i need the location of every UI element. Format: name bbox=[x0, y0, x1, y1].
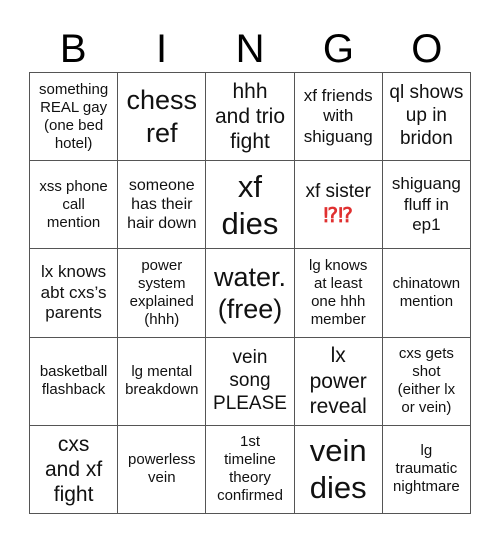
bingo-cell[interactable]: 1st timeline theory confirmed bbox=[206, 425, 295, 514]
cell-text: basketball flashback bbox=[39, 363, 108, 399]
cell-text: lx knows abt cxs’s parents bbox=[40, 262, 107, 323]
bingo-cell[interactable]: lx power reveal bbox=[294, 337, 383, 426]
cell-text: lg traumatic nightmare bbox=[393, 442, 460, 496]
cell-text: power system explained (hhh) bbox=[129, 256, 194, 328]
header-letter-b: B bbox=[59, 27, 87, 71]
bingo-cell[interactable]: shiguang fluff in ep1 bbox=[382, 161, 471, 250]
bingo-cell[interactable]: cxs gets shot (either lx or vein) bbox=[382, 337, 471, 426]
header-letter-i: I bbox=[156, 27, 168, 71]
bingo-cell[interactable]: cxs and xf fight bbox=[30, 425, 119, 514]
cell-text-main: xf sister bbox=[305, 181, 371, 203]
cell-text: vein dies bbox=[309, 433, 367, 506]
cell-text: xf sister ⁉⁉ bbox=[305, 161, 371, 248]
cell-text: vein song PLEASE bbox=[213, 347, 287, 414]
bingo-cell[interactable]: ql shows up in bridon bbox=[382, 73, 471, 162]
cell-text: powerless vein bbox=[128, 451, 196, 487]
bingo-cell[interactable]: hhh and trio fight bbox=[206, 73, 295, 162]
cell-text: xf friends with shiguang bbox=[303, 86, 373, 146]
bingo-cell[interactable]: xf sister ⁉⁉ bbox=[294, 161, 383, 250]
cell-text: 1st timeline theory confirmed bbox=[217, 433, 283, 505]
header-letter-g: G bbox=[322, 27, 354, 71]
bingo-grid: something REAL gay (one bed hotel) chess… bbox=[29, 72, 471, 514]
cell-text: someone has their hair down bbox=[127, 177, 197, 233]
cell-text: lx power reveal bbox=[309, 344, 367, 418]
bingo-cell[interactable]: xf friends with shiguang bbox=[294, 73, 383, 162]
bingo-cell[interactable]: vein dies bbox=[294, 425, 383, 514]
bingo-cell[interactable]: lg mental breakdown bbox=[118, 337, 207, 426]
bingo-cell[interactable]: something REAL gay (one bed hotel) bbox=[30, 73, 119, 162]
cell-text: cxs gets shot (either lx or vein) bbox=[397, 345, 456, 417]
free-space-cell[interactable]: water. (free) bbox=[206, 249, 295, 338]
header-letter-o: O bbox=[411, 27, 443, 71]
cell-text: xf dies bbox=[221, 168, 279, 241]
cell-text: cxs and xf fight bbox=[44, 432, 103, 506]
cell-text: hhh and trio fight bbox=[214, 79, 286, 154]
bingo-header: B I N G O bbox=[29, 26, 471, 72]
bingo-cell[interactable]: xss phone call mention bbox=[30, 161, 119, 250]
cell-text: chess ref bbox=[126, 85, 198, 148]
cell-text: xss phone call mention bbox=[39, 177, 108, 231]
bingo-cell[interactable]: power system explained (hhh) bbox=[118, 249, 207, 338]
bingo-cell[interactable]: lx knows abt cxs’s parents bbox=[30, 249, 119, 338]
cell-text: lg mental breakdown bbox=[125, 363, 199, 399]
bingo-cell[interactable]: someone has their hair down bbox=[118, 161, 207, 250]
bingo-cell[interactable]: vein song PLEASE bbox=[206, 337, 295, 426]
cell-text: lg knows at least one hhh member bbox=[309, 256, 368, 328]
cell-text: ql shows up in bridon bbox=[389, 82, 464, 149]
interrobang-icon: ⁉⁉ bbox=[323, 205, 353, 228]
cell-text: something REAL gay (one bed hotel) bbox=[38, 80, 109, 152]
bingo-cell[interactable]: lg knows at least one hhh member bbox=[294, 249, 383, 338]
bingo-cell[interactable]: basketball flashback bbox=[30, 337, 119, 426]
cell-text: water. (free) bbox=[213, 261, 287, 324]
bingo-cell[interactable]: powerless vein bbox=[118, 425, 207, 514]
bingo-cell[interactable]: lg traumatic nightmare bbox=[382, 425, 471, 514]
cell-text: chinatown mention bbox=[392, 274, 461, 310]
bingo-cell[interactable]: chess ref bbox=[118, 73, 207, 162]
cell-text: shiguang fluff in ep1 bbox=[391, 174, 461, 234]
bingo-cell[interactable]: xf dies bbox=[206, 161, 295, 250]
bingo-cell[interactable]: chinatown mention bbox=[382, 249, 471, 338]
header-letter-n: N bbox=[235, 27, 265, 71]
